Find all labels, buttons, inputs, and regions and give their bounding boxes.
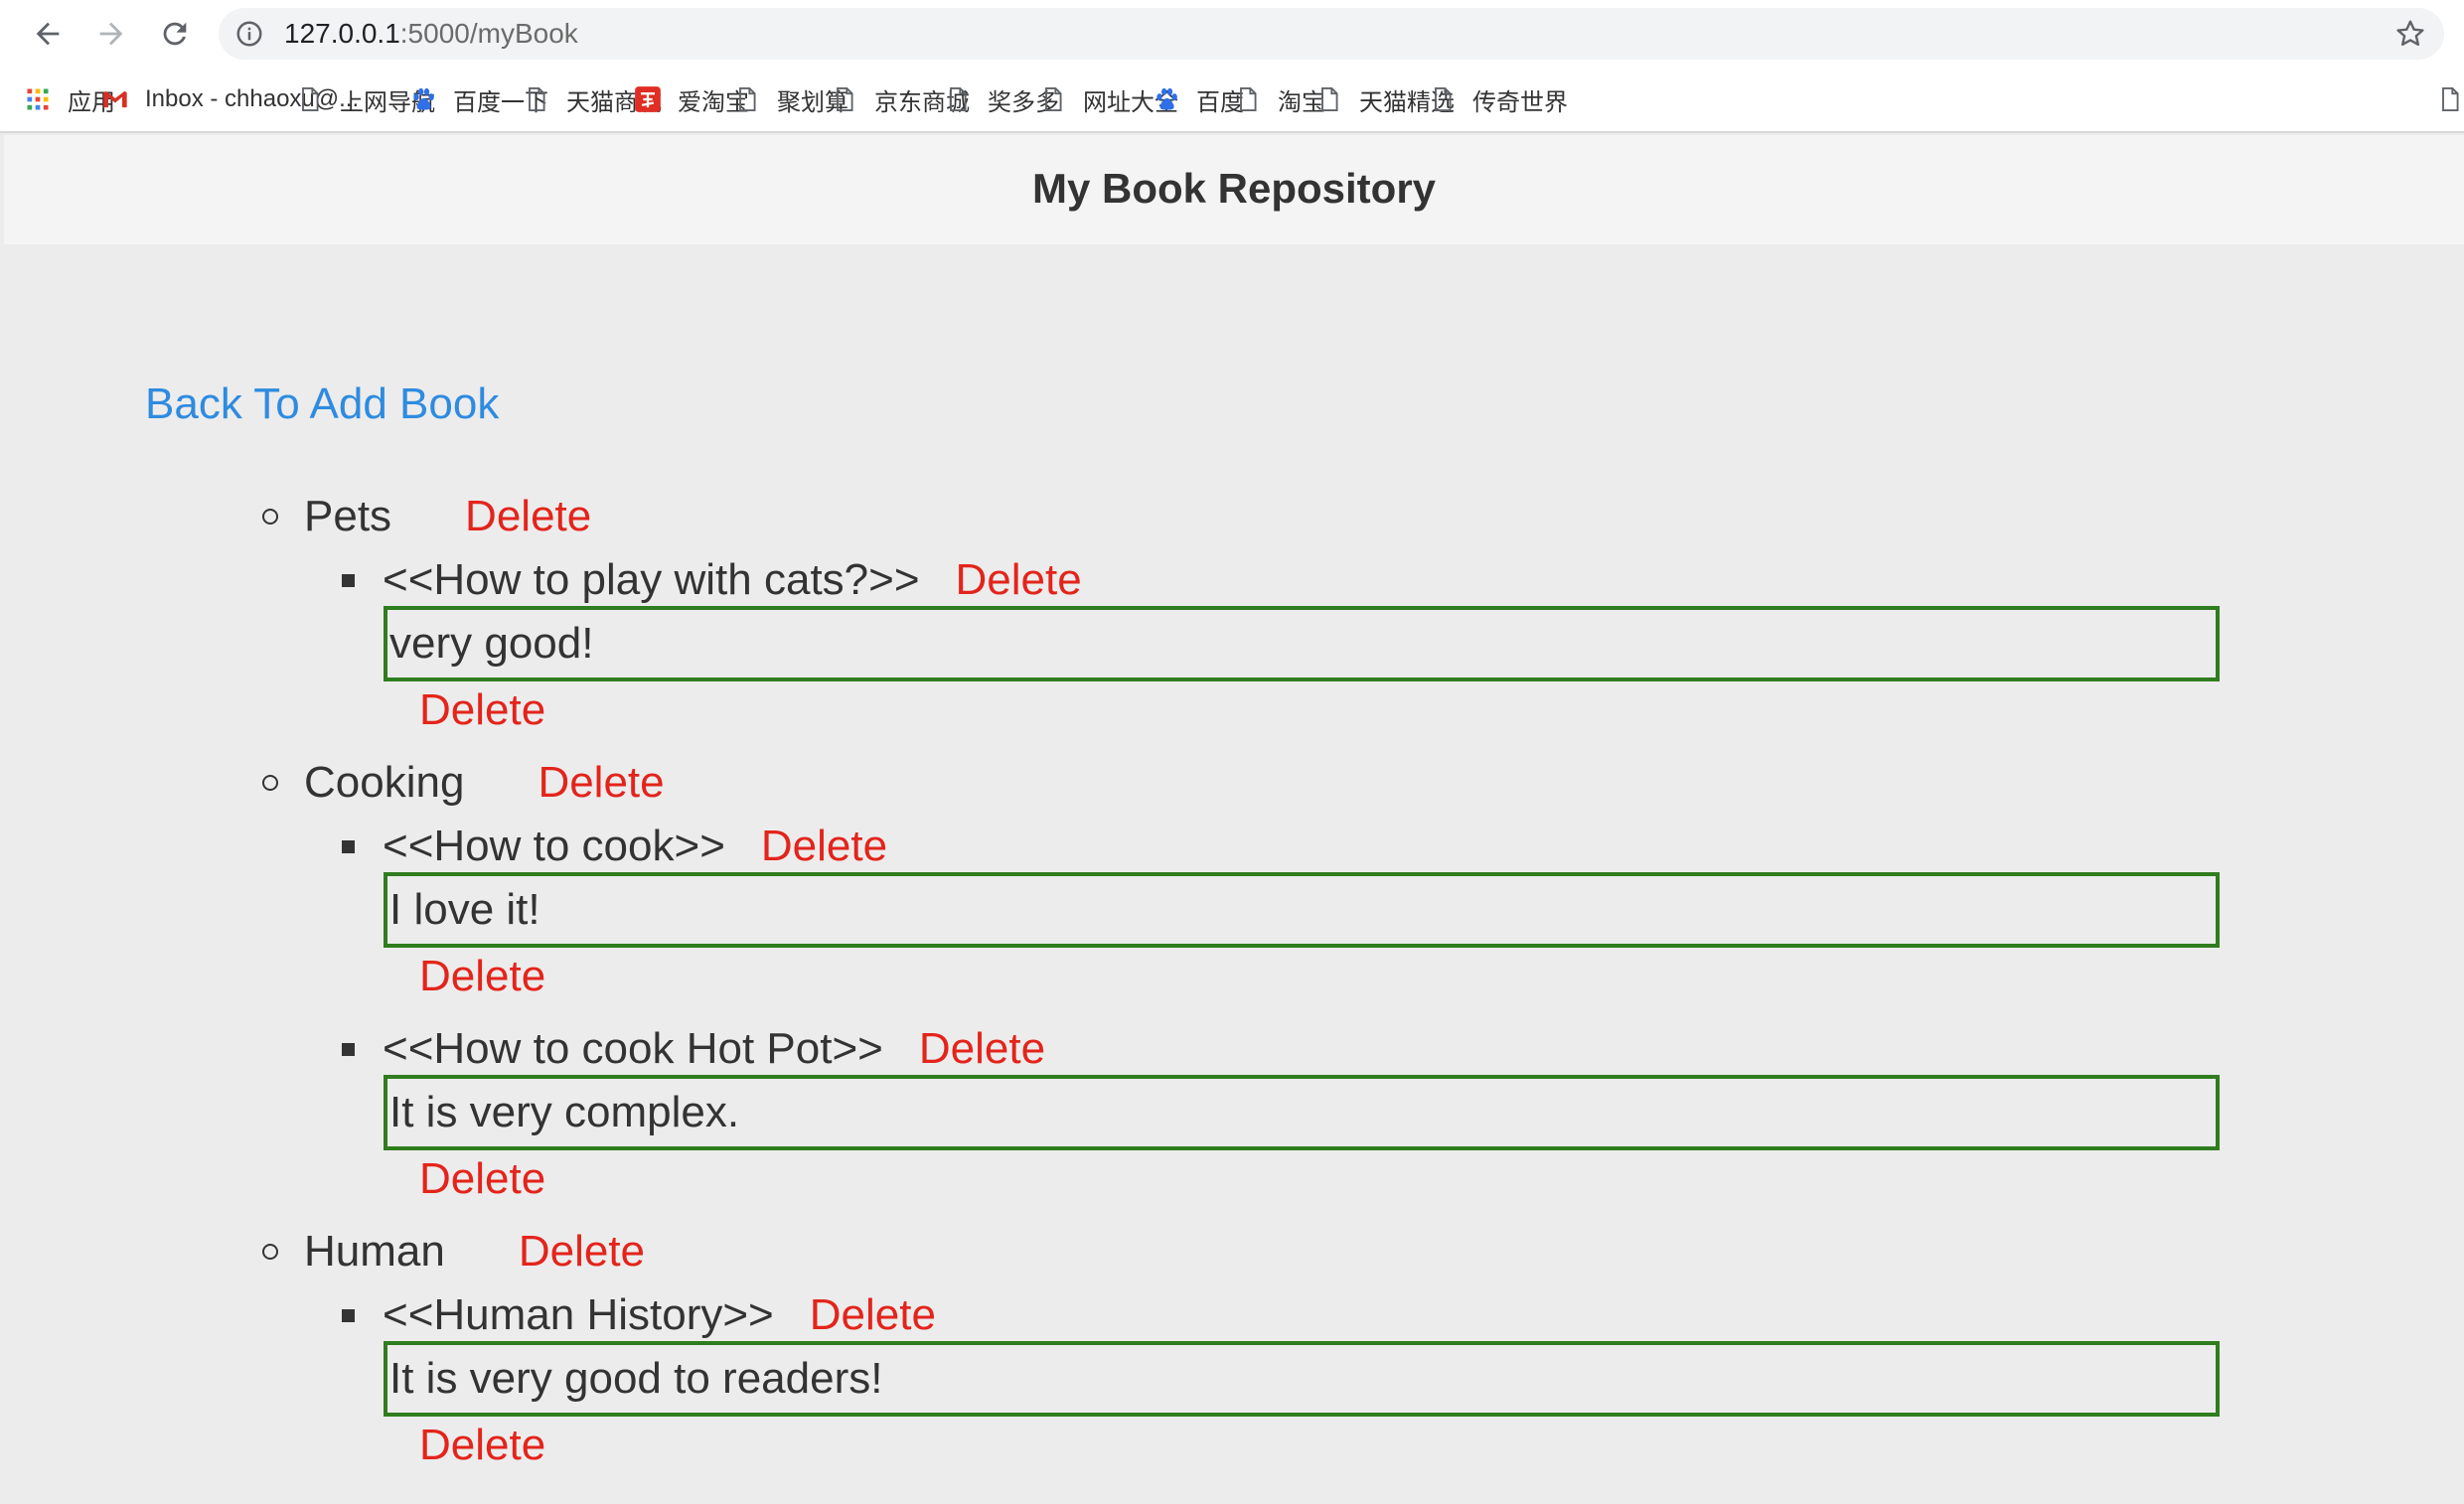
book-title: <<How to play with cats?>> [383, 555, 920, 604]
delete-comment-button[interactable]: Delete [419, 1154, 545, 1204]
category-name: Human [304, 1227, 445, 1276]
book-comment: It is very complex. [384, 1075, 2220, 1150]
book-title: <<How to cook>> [383, 822, 725, 870]
comment-text: It is very good to readers! [389, 1354, 883, 1403]
book-comment: It is very good to readers! [384, 1341, 2220, 1417]
page-icon [733, 85, 761, 113]
book-comment: very good! [384, 606, 2220, 681]
comment-text: It is very complex. [389, 1088, 740, 1136]
url-path: :5000/myBook [399, 18, 578, 49]
page-icon [1039, 85, 1067, 113]
bookmark-item[interactable]: 淘宝 [1234, 81, 1325, 117]
page-icon [296, 85, 324, 113]
book-title: <<Human History>> [383, 1290, 774, 1339]
page-icon [2436, 85, 2464, 113]
delete-book-button[interactable]: Delete [919, 1024, 1045, 1074]
category-row: Pets Delete [262, 489, 591, 544]
delete-book-button[interactable]: Delete [956, 555, 1082, 605]
category-row: Cooking Delete [262, 755, 665, 811]
baidu-paw-icon [1153, 85, 1180, 113]
bookmark-item[interactable]: 百度 [1153, 81, 1244, 117]
delete-comment-button[interactable]: Delete [419, 1421, 545, 1470]
page-icon [523, 85, 550, 113]
category-name: Cooking [304, 758, 465, 807]
comment-text: I love it! [389, 885, 540, 934]
baidu-paw-icon [409, 85, 437, 113]
square-bullet-icon [342, 1042, 355, 1056]
delete-book-button[interactable]: Delete [810, 1290, 936, 1340]
comment-text: very good! [389, 619, 594, 668]
square-bullet-icon [342, 1308, 355, 1322]
delete-category-button[interactable]: Delete [465, 492, 591, 541]
square-bullet-icon [342, 573, 355, 587]
apps-grid-icon [24, 85, 52, 113]
delete-book-button[interactable]: Delete [761, 822, 887, 871]
bookmark-star-icon[interactable] [2394, 18, 2426, 50]
back-arrow-icon[interactable] [24, 10, 72, 58]
page-icon [1315, 85, 1343, 113]
info-icon[interactable] [234, 19, 264, 49]
bookmarks-bar: 应用 Inbox - chhaoxu@... 上网导航 百度一下 天猫商城 爱淘宝 聚划算京… [0, 68, 2464, 133]
category-row: Human Delete [262, 1224, 645, 1279]
gmail-icon [101, 85, 129, 113]
reload-icon[interactable] [151, 10, 199, 58]
bookmark-item[interactable]: 爱淘宝 [634, 81, 749, 117]
delete-comment-button[interactable]: Delete [419, 685, 545, 735]
back-to-add-book-link[interactable]: Back To Add Book [145, 379, 499, 429]
book-row: <<How to cook Hot Pot>> Delete [342, 1021, 1045, 1077]
book-title: <<How to cook Hot Pot>> [383, 1024, 883, 1073]
circle-bullet-icon [262, 509, 278, 525]
forward-arrow-icon[interactable] [87, 10, 135, 58]
book-comment: I love it! [384, 872, 2220, 948]
page-title: My Book Repository [1031, 165, 1437, 212]
url-text[interactable]: 127.0.0.1:5000/myBook [284, 18, 578, 50]
url-host: 127.0.0.1 [284, 18, 400, 49]
delete-category-button[interactable]: Delete [538, 758, 664, 808]
taobao-icon [634, 85, 662, 113]
book-row: <<Human History>> Delete [342, 1287, 936, 1343]
bookmark-item[interactable]: 传奇世界 [1429, 81, 1568, 117]
bookmark-overflow[interactable] [2436, 81, 2464, 117]
page-icon [1234, 85, 1262, 113]
page-icon [1429, 85, 1457, 113]
delete-comment-button[interactable]: Delete [419, 952, 545, 1001]
page-icon [944, 85, 972, 113]
delete-category-button[interactable]: Delete [519, 1227, 645, 1277]
bookmark-label: 传奇世界 [1472, 88, 1568, 116]
circle-bullet-icon [262, 775, 278, 791]
page-icon [831, 85, 858, 113]
page-header: My Book Repository [4, 135, 2464, 244]
address-bar[interactable]: 127.0.0.1:5000/myBook [219, 8, 2444, 60]
circle-bullet-icon [262, 1244, 278, 1260]
category-name: Pets [304, 492, 392, 540]
square-bullet-icon [342, 839, 355, 853]
book-row: <<How to play with cats?>> Delete [342, 552, 1082, 608]
book-row: <<How to cook>> Delete [342, 819, 887, 874]
browser-toolbar: 127.0.0.1:5000/myBook [0, 0, 2464, 68]
